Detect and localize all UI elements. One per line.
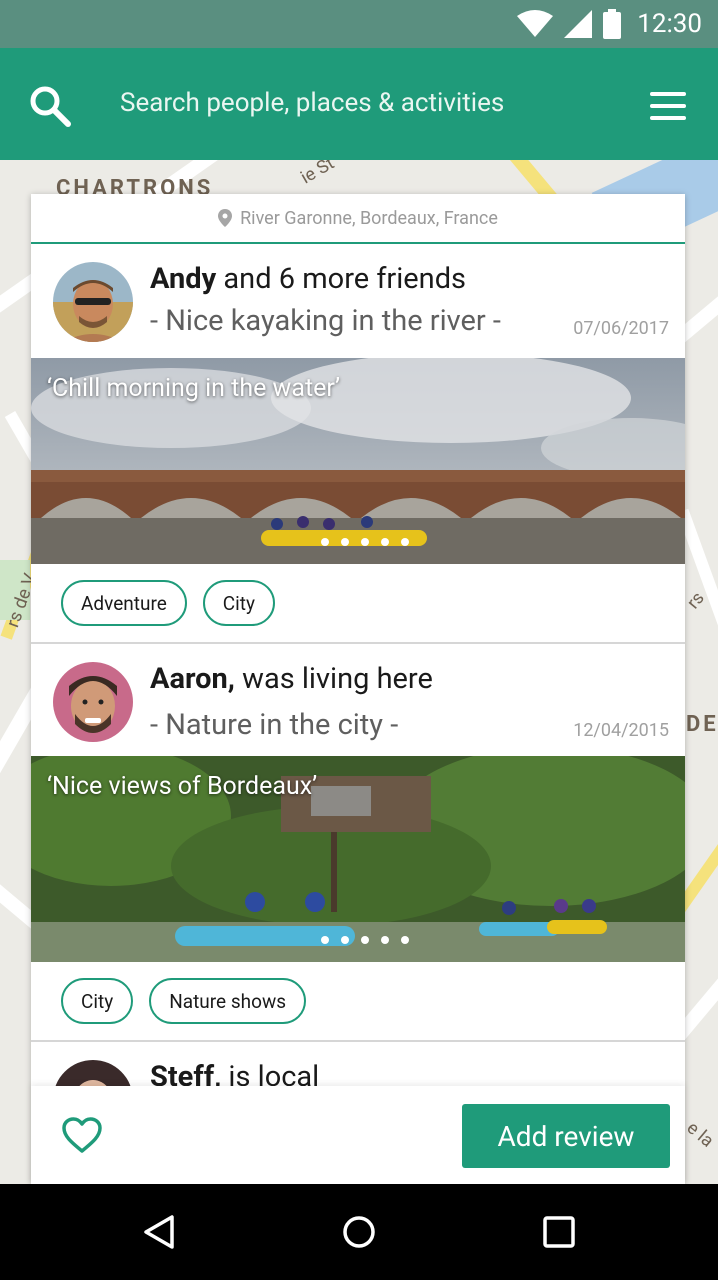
post-andy[interactable]: Andy and 6 more friends - Nice kayaking …	[31, 244, 685, 644]
post-photo[interactable]: ‘Chill morning in the water’	[31, 358, 685, 564]
back-icon[interactable]	[142, 1214, 176, 1250]
tag-list: Adventure City	[61, 580, 275, 626]
tag-chip[interactable]: City	[61, 978, 134, 1024]
battery-icon	[603, 9, 622, 39]
tag-list: City Nature shows	[61, 978, 307, 1024]
system-nav-bar	[0, 1184, 718, 1280]
action-bar: Add review	[31, 1086, 685, 1184]
signal-icon	[564, 10, 593, 38]
photo-pager-dots[interactable]	[321, 936, 409, 944]
wifi-icon	[517, 10, 554, 37]
photo-caption: ‘Nice views of Bordeaux’	[47, 772, 318, 801]
post-title-text: and 6 more friends	[216, 262, 467, 296]
post-date: 12/04/2015	[573, 720, 669, 741]
tag-chip[interactable]: Adventure	[61, 580, 187, 626]
post-aaron[interactable]: Aaron, was living here - Nature in the c…	[31, 644, 685, 1042]
app-bar: Search people, places & activities	[0, 48, 718, 160]
post-author[interactable]: Andy	[150, 262, 216, 296]
tag-chip[interactable]: City	[202, 580, 275, 626]
menu-icon[interactable]	[650, 92, 686, 120]
photo-caption: ‘Chill morning in the water’	[47, 374, 341, 403]
map-label-ela: e la	[682, 1117, 718, 1152]
post-subtitle: - Nice kayaking in the river -	[150, 304, 501, 338]
search-input[interactable]: Search people, places & activities	[120, 88, 504, 118]
post-subtitle: - Nature in the city -	[150, 708, 399, 742]
location-bar: River Garonne, Bordeaux, France	[31, 194, 685, 244]
search-icon[interactable]	[28, 84, 72, 128]
photo-pager-dots[interactable]	[321, 538, 409, 546]
add-review-button[interactable]: Add review	[462, 1104, 670, 1168]
avatar[interactable]	[53, 262, 133, 342]
tag-chip[interactable]: Nature shows	[149, 978, 307, 1024]
clock: 12:30	[637, 9, 702, 39]
post-date: 07/06/2017	[573, 318, 669, 339]
recents-icon[interactable]	[542, 1214, 576, 1250]
location-pin-icon	[218, 209, 233, 227]
status-bar: 12:30	[0, 0, 718, 48]
avatar[interactable]	[53, 662, 133, 742]
post-photo[interactable]: ‘Nice views of Bordeaux’	[31, 756, 685, 962]
location-text: River Garonne, Bordeaux, France	[240, 207, 498, 229]
post-title-text: was living here	[234, 662, 433, 696]
post-author[interactable]: Aaron,	[150, 662, 235, 696]
map-label-street: ie St	[297, 160, 338, 189]
heart-icon[interactable]	[61, 1116, 103, 1154]
place-card: River Garonne, Bordeaux, France Andy and…	[31, 194, 685, 1184]
map-label-de: DE	[686, 712, 718, 737]
home-icon[interactable]	[342, 1214, 376, 1250]
